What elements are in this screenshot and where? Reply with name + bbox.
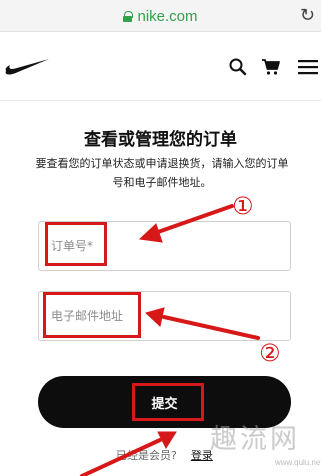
page-title: 查看或管理您的订单 <box>84 130 237 150</box>
watermark-url: www.qulu.net <box>275 458 321 467</box>
menu-icon[interactable] <box>295 57 321 77</box>
url-text: nike.com <box>137 7 198 25</box>
lock-icon <box>123 10 134 22</box>
page-description: 要查看您的订单状态或申请退换货，请输入您的订单号和电子邮件地址。 <box>35 157 289 189</box>
search-icon[interactable] <box>228 57 248 77</box>
email-input[interactable] <box>39 292 290 340</box>
member-login-row: 已经是会员? 登录 <box>116 447 213 463</box>
reload-icon[interactable]: ↻ <box>300 5 315 27</box>
browser-url-bar[interactable]: nike.com ↻ <box>0 0 321 32</box>
watermark-text: 趣流网 <box>210 424 300 455</box>
order-number-input[interactable] <box>39 222 290 270</box>
member-text: 已经是会员? <box>116 449 177 462</box>
marker-2: ② <box>259 339 281 367</box>
cart-icon[interactable] <box>261 57 281 77</box>
url-display[interactable]: nike.com <box>0 0 321 32</box>
nike-swoosh-logo[interactable] <box>4 57 50 77</box>
site-header <box>0 33 321 101</box>
email-field[interactable] <box>38 291 291 341</box>
order-number-field[interactable] <box>38 221 291 271</box>
marker-1: ① <box>232 192 254 220</box>
